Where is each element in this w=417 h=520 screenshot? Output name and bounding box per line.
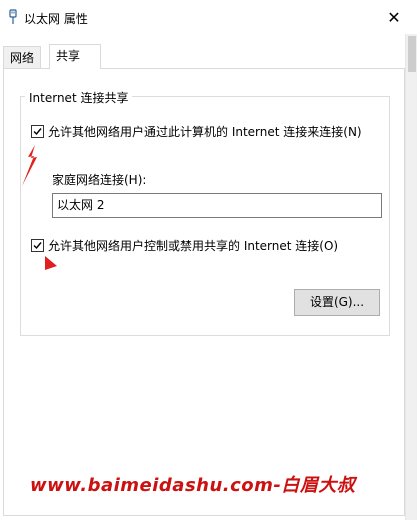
allow-connect-label[interactable]: 允许其他网络用户通过此计算机的 Internet 连接来连接(N) bbox=[48, 123, 362, 140]
checkmark-icon bbox=[33, 128, 42, 136]
allow-connect-checkbox[interactable] bbox=[31, 125, 44, 138]
settings-button[interactable]: 设置(G)... bbox=[294, 289, 380, 316]
ics-group-title: Internet 连接共享 bbox=[25, 89, 133, 106]
title-bar: 以太网 属性 ✕ bbox=[0, 0, 417, 34]
allow-control-label[interactable]: 允许其他网络用户控制或禁用共享的 Internet 连接(O) bbox=[48, 237, 338, 254]
scrollbar[interactable] bbox=[405, 34, 417, 520]
settings-button-label: 设置(G)... bbox=[309, 295, 365, 309]
red-arrow-icon bbox=[44, 255, 58, 274]
home-network-select[interactable]: 以太网 2 bbox=[52, 193, 382, 218]
close-button[interactable]: ✕ bbox=[371, 0, 417, 34]
network-adapter-icon bbox=[7, 9, 19, 25]
tab-sharing[interactable]: 共享 bbox=[49, 44, 101, 69]
red-arrow-icon bbox=[18, 144, 40, 191]
checkmark-icon bbox=[33, 242, 42, 250]
watermark: www.baimeidashu.com-白眉大叔 bbox=[30, 475, 356, 496]
window-title: 以太网 属性 bbox=[24, 12, 88, 26]
tab-network-label: 网络 bbox=[10, 51, 35, 65]
tab-sharing-label: 共享 bbox=[56, 49, 81, 63]
properties-window: 以太网 属性 ✕ 网络 共享 Internet 连接共享 允许其他网络用户通过此… bbox=[0, 0, 417, 520]
home-network-label: 家庭网络连接(H): bbox=[52, 173, 147, 187]
close-icon: ✕ bbox=[387, 7, 401, 27]
home-network-value: 以太网 2 bbox=[57, 198, 105, 212]
tab-network[interactable]: 网络 bbox=[3, 46, 41, 68]
scrollbar-thumb[interactable] bbox=[408, 36, 416, 72]
allow-control-checkbox[interactable] bbox=[31, 239, 44, 252]
